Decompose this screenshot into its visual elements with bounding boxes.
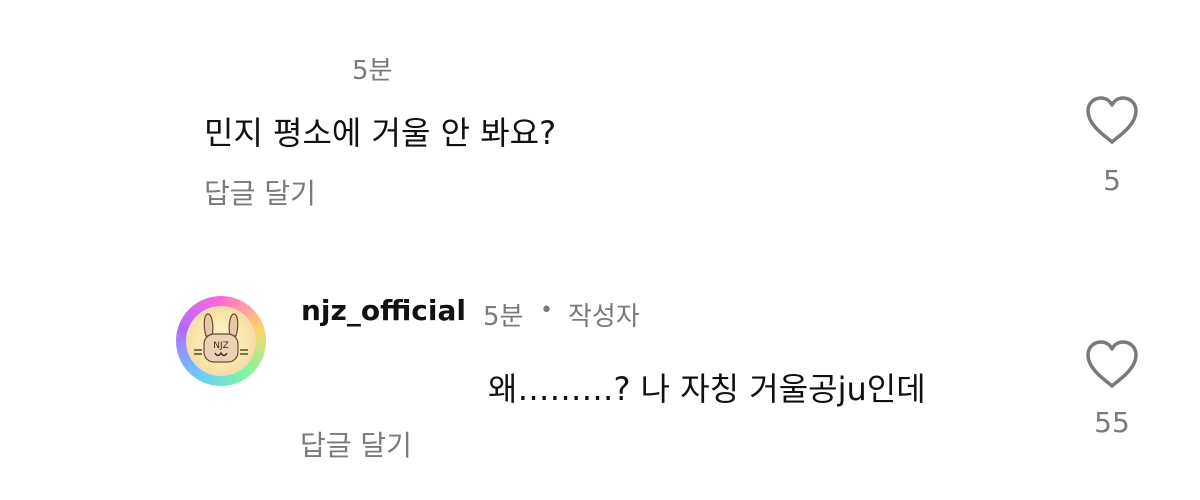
comment-2-separator: •	[540, 298, 553, 323]
comment-1-timestamp: 5분	[352, 56, 393, 86]
comment-1-like-button[interactable]	[1084, 94, 1140, 146]
comment-2-like-count: 55	[1094, 406, 1130, 439]
comment-1-text: 민지 평소에 거울 안 봐요?	[204, 114, 557, 152]
comment-2-reply-button[interactable]: 답글 달기	[300, 424, 412, 464]
heart-outline-icon	[1086, 340, 1138, 388]
comment-1-reply-button[interactable]: 답글 달기	[204, 172, 316, 212]
comment-2-text: 왜………? 나 자칭 거울공ju인데	[488, 370, 926, 408]
bunny-logo-icon: NJZ	[194, 313, 248, 363]
avatar-image: NJZ	[186, 306, 256, 376]
avatar[interactable]: NJZ	[176, 296, 266, 386]
comment-2-username[interactable]: njz_official	[301, 294, 466, 327]
author-badge: 작성자	[568, 302, 640, 332]
comment-1-like-count: 5	[1103, 164, 1121, 197]
comment-2-timestamp: 5분	[483, 302, 524, 332]
svg-text:NJZ: NJZ	[213, 341, 229, 351]
heart-outline-icon	[1086, 96, 1138, 144]
comment-2-like-button[interactable]	[1084, 338, 1140, 390]
